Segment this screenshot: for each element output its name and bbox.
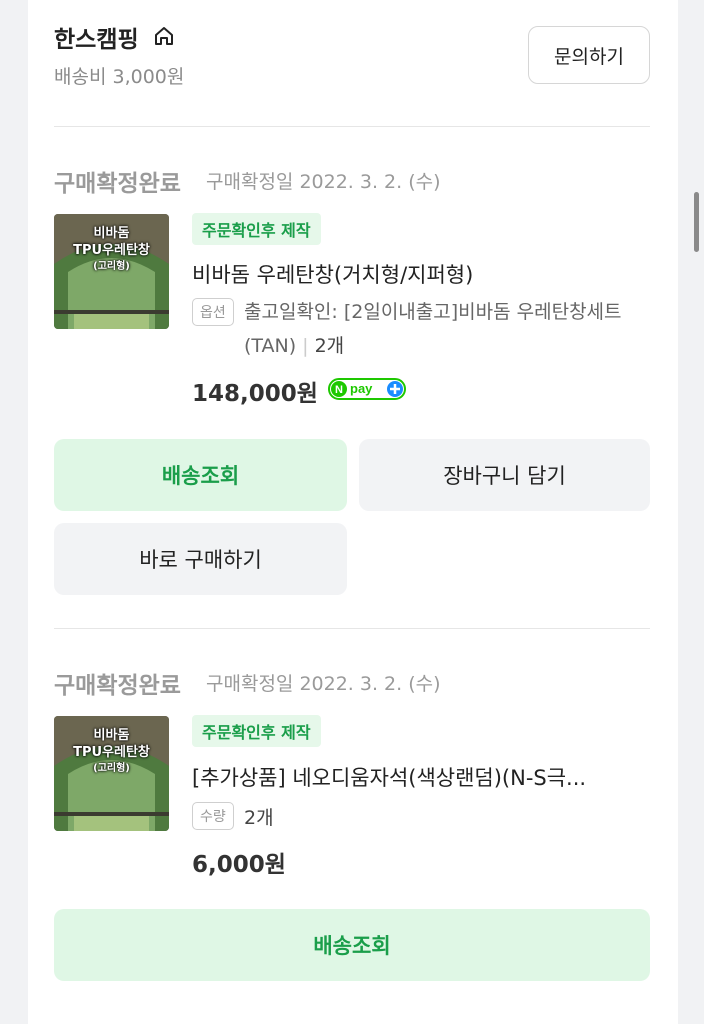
separator: | (302, 335, 309, 357)
made-to-order-badge: 주문확인후 제작 (192, 213, 321, 245)
thumbnail-line-2: TPU우레탄창 (73, 243, 150, 258)
scrollbar[interactable] (694, 192, 699, 252)
made-to-order-badge: 주문확인후 제작 (192, 715, 321, 747)
thumbnail-line-3: (고리형) (93, 763, 130, 774)
product-thumbnail[interactable]: 비바돔 TPU우레탄창 (고리형) (54, 214, 169, 329)
buy-now-button[interactable]: 바로 구매하기 (54, 523, 347, 595)
product-name[interactable]: 비바돔 우레탄창(거치형/지퍼형) (192, 259, 632, 289)
add-to-cart-button[interactable]: 장바구니 담기 (359, 439, 650, 511)
option-details: 출고일확인: [2일이내출고]비바돔 우레탄창세트(TAN) | 2개 (244, 295, 654, 363)
shipping-fee: 배송비 3,000원 (54, 66, 185, 88)
seller-name[interactable]: 한스캠핑 (54, 20, 139, 54)
order-status: 구매확정완료 (54, 673, 181, 699)
order-status-date: 구매확정일 2022. 3. 2. (수) (206, 673, 441, 695)
option-tag: 옵션 (192, 298, 234, 326)
order-status: 구매확정완료 (54, 171, 181, 197)
inquiry-button[interactable]: 문의하기 (528, 26, 650, 84)
divider (54, 628, 650, 629)
product-thumbnail[interactable]: 비바돔 TPU우레탄창 (고리형) (54, 716, 169, 831)
svg-text:pay: pay (350, 381, 373, 396)
thumbnail-line-3: (고리형) (93, 261, 130, 272)
track-delivery-button[interactable]: 배송조회 (54, 909, 650, 981)
npay-plus-icon: N pay (328, 378, 406, 400)
quantity-tag: 수량 (192, 802, 234, 830)
product-price: 6,000원 (192, 852, 286, 878)
track-delivery-button[interactable]: 배송조회 (54, 439, 347, 511)
quantity: 2개 (244, 807, 274, 829)
quantity: 2개 (314, 335, 345, 357)
product-price: 148,000원 (192, 381, 318, 407)
order-status-date: 구매확정일 2022. 3. 2. (수) (206, 171, 441, 193)
divider (54, 126, 650, 127)
product-name[interactable]: [추가상품] 네오디움자석(색상랜덤)(N-S극... (192, 762, 647, 792)
svg-text:N: N (335, 384, 343, 396)
order-card: 한스캠핑 배송비 3,000원 문의하기 구매확정완료 구매확정일 2022. … (28, 0, 678, 1024)
home-icon[interactable] (152, 24, 176, 48)
thumbnail-line-2: TPU우레탄창 (73, 745, 150, 760)
option-text: 출고일확인: [2일이내출고]비바돔 우레탄창세트(TAN) (244, 301, 622, 357)
